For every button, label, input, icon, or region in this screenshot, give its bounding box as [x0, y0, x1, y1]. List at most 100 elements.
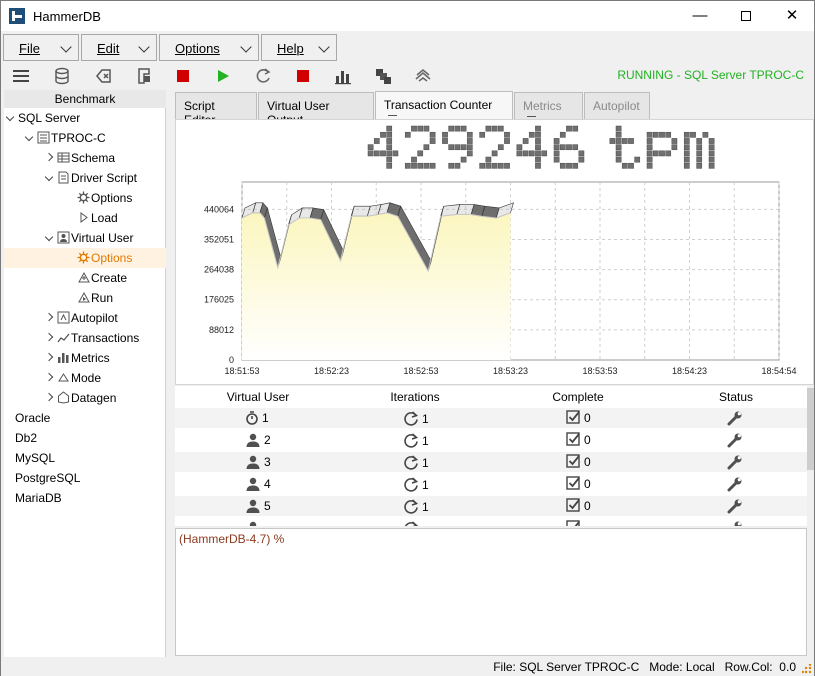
expand-arrow-icon[interactable] — [44, 392, 54, 402]
tree-node-metrics[interactable]: Metrics — [44, 348, 110, 368]
tree-node-virtual-user[interactable]: Virtual User — [44, 228, 133, 248]
expand-arrow-icon[interactable] — [5, 112, 15, 122]
refresh-icon[interactable] — [254, 67, 272, 85]
bar-chart-icon[interactable] — [334, 67, 352, 85]
expand-arrow-icon[interactable] — [44, 332, 54, 342]
expand-arrow-icon[interactable] — [24, 132, 34, 142]
table-row-partial — [175, 518, 807, 526]
chevron-down-icon — [318, 41, 330, 53]
refresh-icon — [403, 477, 422, 492]
tab-bar: Script Editor Virtual User Output Transa… — [175, 91, 815, 127]
tree-node-autopilot[interactable]: Autopilot — [44, 308, 118, 328]
wrench-icon[interactable] — [727, 477, 746, 492]
cell-status[interactable] — [727, 410, 746, 428]
expand-arrow-icon[interactable] — [44, 172, 54, 182]
database-icon[interactable] — [53, 67, 71, 85]
refresh-icon — [403, 433, 422, 448]
user-icon — [245, 520, 264, 526]
menu-edit[interactable]: Edit — [81, 34, 157, 61]
table-row[interactable]: 5 1 0 — [175, 496, 807, 516]
signal-icon[interactable] — [414, 67, 432, 85]
checkbox-checked-icon — [566, 454, 584, 469]
hamburger-menu-icon[interactable] — [12, 67, 30, 85]
cell-iterations: 1 — [403, 454, 429, 472]
delete-schema-icon[interactable] — [94, 67, 112, 85]
console-scrollbar[interactable] — [807, 528, 814, 656]
chevron-down-icon — [60, 41, 72, 53]
tpm-digit — [442, 125, 473, 169]
stop-icon[interactable] — [294, 67, 312, 85]
expand-arrow-icon[interactable] — [44, 352, 54, 362]
tree-label: Db2 — [15, 431, 38, 445]
expand-arrow-icon[interactable] — [44, 152, 54, 162]
tree-node-tproc-c[interactable]: TPROC-C — [24, 128, 106, 148]
maximize-icon — [741, 11, 751, 22]
tree-node-oracle[interactable]: Oracle — [15, 408, 50, 428]
tab-script-editor[interactable]: Script Editor — [175, 92, 257, 127]
stop-icon[interactable] — [174, 67, 192, 85]
console-output[interactable]: (HammerDB-4.7) % — [175, 528, 807, 656]
user-icon — [245, 499, 264, 513]
expand-arrow-icon[interactable] — [44, 232, 54, 242]
tree-label: Transactions — [71, 331, 140, 345]
iterations-value: 1 — [422, 500, 429, 514]
y-tick-label: 352051 — [204, 234, 234, 244]
tree-node-driver-options[interactable]: Options — [77, 188, 132, 208]
benchmark-icon — [37, 131, 50, 144]
menu-file[interactable]: File — [3, 34, 79, 61]
line-chart-icon — [57, 333, 70, 343]
tree-label: TPROC-C — [51, 131, 106, 145]
tree-node-mariadb[interactable]: MariaDB — [15, 488, 62, 508]
menu-help[interactable]: Help — [261, 34, 337, 61]
tree-node-mode[interactable]: Mode — [44, 368, 101, 388]
schema-icon — [57, 152, 70, 163]
tree-node-driver-script[interactable]: Driver Script — [44, 168, 137, 188]
tab-autopilot[interactable]: Autopilot — [584, 92, 650, 120]
x-tick-label: 18:52:23 — [314, 366, 349, 376]
play-icon[interactable] — [214, 67, 232, 85]
tab-transaction-counter[interactable]: Transaction Counter — [375, 91, 513, 122]
scrollbar-thumb[interactable] — [807, 388, 814, 470]
cell-status[interactable] — [727, 476, 746, 494]
resize-grip-icon[interactable] — [802, 664, 812, 674]
complete-value: 0 — [584, 477, 591, 491]
cell-status[interactable] — [727, 498, 746, 516]
maximize-button[interactable] — [723, 1, 769, 31]
tree-node-transactions[interactable]: Transactions — [44, 328, 140, 348]
tree-node-postgresql[interactable]: PostgreSQL — [15, 468, 80, 488]
wrench-icon[interactable] — [727, 499, 746, 514]
table-scrollbar[interactable] — [807, 386, 814, 526]
tree-node-vu-options[interactable]: Options — [4, 248, 166, 268]
wrench-icon[interactable] — [727, 411, 746, 426]
wrench-icon[interactable] — [727, 433, 746, 448]
tree-node-db2[interactable]: Db2 — [15, 428, 37, 448]
expand-arrow-icon[interactable] — [44, 312, 54, 322]
tree-label: Oracle — [15, 411, 51, 425]
stack-icon[interactable] — [374, 67, 392, 85]
tree-node-sql-server[interactable]: SQL Server — [5, 108, 80, 128]
tree-node-load[interactable]: Load — [77, 208, 118, 228]
expand-arrow-icon[interactable] — [44, 372, 54, 382]
table-row[interactable]: 3 1 0 — [175, 452, 807, 472]
tree-node-run[interactable]: Run — [77, 288, 113, 308]
menu-options[interactable]: Options — [159, 34, 259, 61]
tab-virtual-user-output[interactable]: Virtual User Output — [258, 92, 374, 127]
tree-node-create[interactable]: Create — [77, 268, 127, 288]
table-row[interactable]: 1 1 0 — [175, 408, 807, 428]
tree-node-schema[interactable]: Schema — [44, 148, 115, 168]
cell-complete: 0 — [566, 410, 591, 428]
tab-label: Transaction Counter — [384, 98, 493, 112]
minimize-button[interactable]: — — [677, 1, 723, 31]
wrench-icon[interactable] — [727, 455, 746, 470]
script-icon[interactable] — [135, 67, 153, 85]
tree-node-datagen[interactable]: Datagen — [44, 388, 116, 408]
cell-status[interactable] — [727, 454, 746, 472]
tree-node-mysql[interactable]: MySQL — [15, 448, 55, 468]
tree-scrollbar[interactable] — [167, 90, 174, 657]
table-row[interactable]: 2 1 0 — [175, 430, 807, 450]
table-row[interactable]: 4 1 0 — [175, 474, 807, 494]
close-button[interactable]: ✕ — [769, 1, 815, 31]
checkbox-checked-icon — [566, 476, 584, 491]
tab-metrics[interactable]: Metrics — [514, 92, 583, 123]
cell-status[interactable] — [727, 432, 746, 450]
